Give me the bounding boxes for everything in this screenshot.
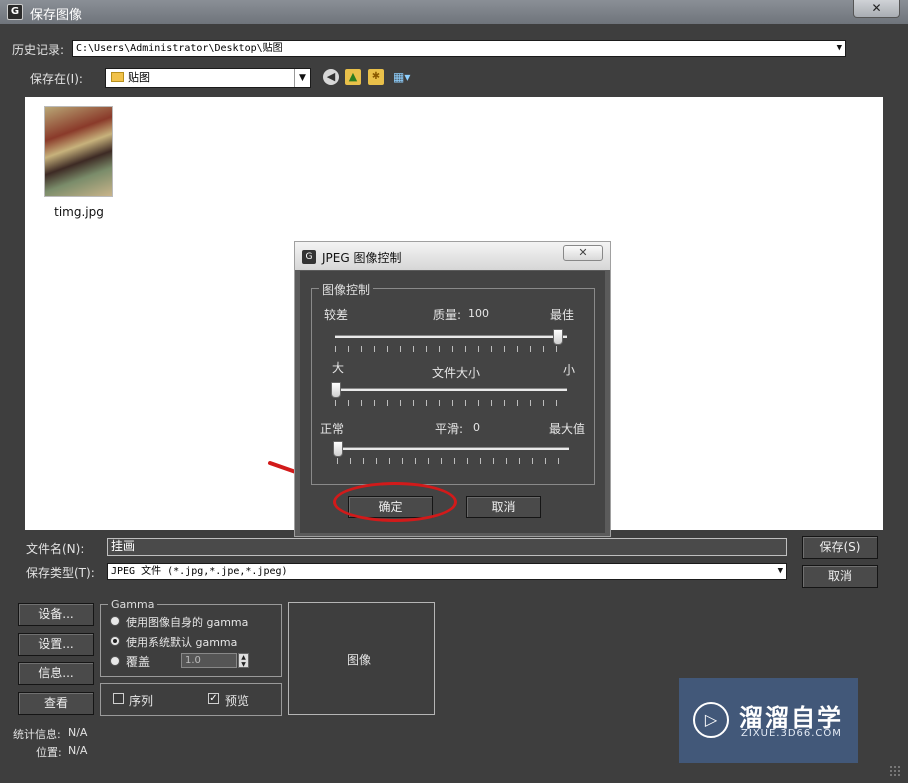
smooth-value: 0 — [473, 421, 480, 434]
smooth-min-label: 正常 — [320, 422, 345, 436]
image-control-group-title: 图像控制 — [319, 281, 374, 298]
file-size-slider-thumb[interactable] — [331, 382, 341, 398]
gamma-override-input[interactable]: 1.0 — [181, 653, 237, 668]
chevron-down-icon[interactable]: ▼ — [837, 41, 842, 56]
watermark-url: ZIXUE.3D66.COM — [741, 728, 842, 739]
quality-value: 100 — [468, 307, 489, 320]
gamma-override-radio[interactable] — [110, 656, 120, 666]
file-name-label[interactable]: timg.jpg — [40, 205, 118, 219]
sequence-preview-group — [100, 683, 282, 716]
cancel-main-button[interactable]: 取消 — [802, 565, 878, 588]
filetype-value: JPEG 文件 (*.jpg,*.jpe,*.jpeg) — [111, 566, 288, 577]
save-in-label: 保存在(I): — [30, 72, 83, 86]
jpeg-dialog-close-button[interactable]: ✕ — [563, 245, 603, 261]
view-button[interactable]: 查看 — [18, 692, 94, 715]
history-label: 历史记录: — [12, 43, 65, 57]
cancel-button[interactable]: 取消 — [466, 496, 541, 518]
smooth-ticks — [337, 458, 569, 464]
red-circle-annotation — [333, 482, 457, 522]
quality-slider-thumb[interactable] — [553, 329, 563, 345]
image-preview-label: 图像 — [347, 653, 372, 667]
jpeg-dialog-title: JPEG 图像控制 — [322, 251, 402, 265]
filetype-dropdown[interactable]: JPEG 文件 (*.jpg,*.jpe,*.jpeg) ▼ — [107, 563, 787, 580]
play-logo-icon: ▷ — [693, 702, 729, 738]
quality-max-label: 最佳 — [550, 308, 575, 322]
quality-min-label: 较差 — [324, 308, 349, 322]
save-button[interactable]: 保存(S) — [802, 536, 878, 559]
smooth-label: 平滑: — [435, 422, 464, 436]
window-title: 保存图像 — [30, 8, 83, 23]
settings-button[interactable]: 设置... — [18, 633, 94, 656]
jpeg-control-dialog: G JPEG 图像控制 ✕ 图像控制 较差 质量: 100 最佳 大 文件大小 … — [294, 241, 611, 537]
quality-ticks — [335, 346, 567, 352]
filename-input[interactable]: 挂画 — [107, 538, 787, 556]
location-label: 位置: — [36, 746, 62, 759]
size-large-label: 大 — [332, 361, 345, 375]
resize-grip-icon[interactable] — [889, 765, 901, 777]
filetype-label: 保存类型(T): — [26, 566, 95, 580]
size-small-label: 小 — [563, 363, 576, 377]
file-size-ticks — [335, 400, 567, 406]
window-close-button[interactable]: ✕ — [853, 0, 900, 18]
chevron-down-icon[interactable]: ▼ — [294, 69, 310, 87]
watermark: ▷ 溜溜自学 ZIXUE.3D66.COM — [679, 678, 858, 763]
gamma-spinner-icon[interactable]: ▲ ▼ — [238, 653, 249, 668]
quality-label: 质量: — [433, 308, 462, 322]
location-value: N/A — [68, 744, 88, 757]
save-in-value: 贴图 — [128, 71, 150, 84]
gamma-own-radio[interactable] — [110, 616, 120, 626]
file-thumbnail[interactable] — [44, 106, 113, 197]
smooth-slider[interactable] — [337, 447, 569, 450]
preview-label[interactable]: 预览 — [225, 692, 249, 709]
gamma-default-radio[interactable] — [110, 636, 120, 646]
up-folder-icon[interactable]: ▲ — [345, 69, 361, 85]
file-size-slider[interactable] — [335, 388, 567, 391]
info-button[interactable]: 信息... — [18, 662, 94, 685]
setup-button[interactable]: 设备... — [18, 603, 94, 626]
title-bar — [0, 0, 908, 24]
file-size-label: 文件大小 — [432, 366, 481, 380]
quality-slider[interactable] — [335, 335, 567, 338]
new-folder-icon[interactable]: ✱ — [368, 69, 384, 85]
history-dropdown[interactable]: C:\Users\Administrator\Desktop\贴图 ▼ — [72, 40, 846, 57]
gamma-group-title: Gamma — [108, 598, 158, 611]
history-value: C:\Users\Administrator\Desktop\贴图 — [76, 43, 283, 54]
gamma-override-label[interactable]: 覆盖 — [126, 653, 150, 670]
filename-label: 文件名(N): — [26, 542, 85, 556]
folder-icon — [111, 72, 124, 82]
smooth-slider-thumb[interactable] — [333, 441, 343, 457]
preview-checkbox[interactable]: ✓ — [208, 693, 219, 704]
smooth-max-label: 最大值 — [549, 422, 586, 436]
gamma-default-label[interactable]: 使用系统默认 gamma — [126, 634, 237, 650]
stats-value: N/A — [68, 726, 88, 739]
app-logo-icon: G — [7, 4, 23, 20]
chevron-down-icon[interactable]: ▼ — [778, 564, 783, 579]
app-logo-icon: G — [302, 250, 316, 264]
view-menu-icon[interactable]: ▦▾ — [393, 70, 415, 84]
gamma-own-label[interactable]: 使用图像自身的 gamma — [126, 614, 248, 630]
sequence-checkbox[interactable] — [113, 693, 124, 704]
back-icon[interactable]: ◀ — [323, 69, 339, 85]
save-in-dropdown[interactable]: 贴图 ▼ — [105, 68, 311, 88]
sequence-label[interactable]: 序列 — [129, 692, 153, 709]
stats-label: 统计信息: — [13, 728, 61, 741]
